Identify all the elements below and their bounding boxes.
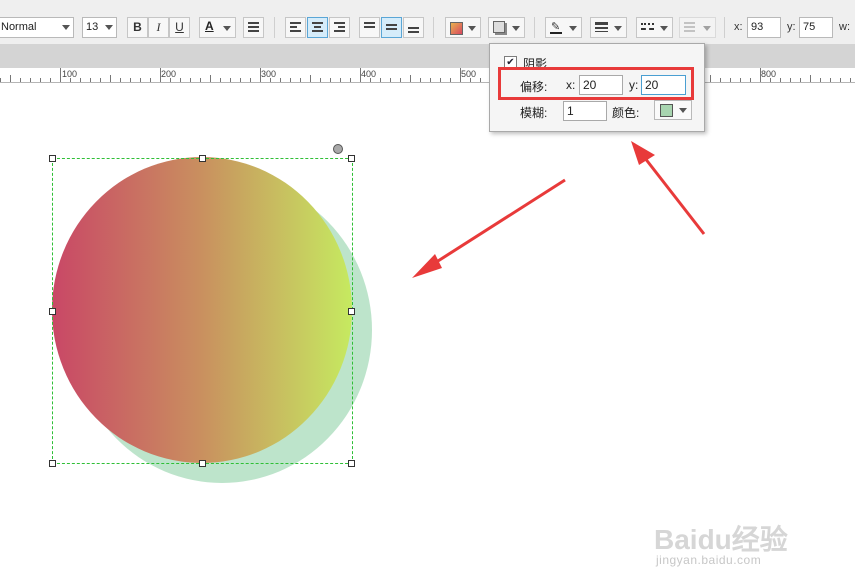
annotation-arrows — [412, 141, 706, 278]
arrow-pointing-to-shadow — [412, 178, 566, 278]
arrow-pointing-to-popup — [631, 141, 706, 235]
baidu-jingyan-watermark: Baidu经验 — [654, 523, 788, 555]
watermark-url: jingyan.baidu.com — [656, 553, 762, 567]
watermark-brand: Baidu经验 — [654, 523, 788, 555]
